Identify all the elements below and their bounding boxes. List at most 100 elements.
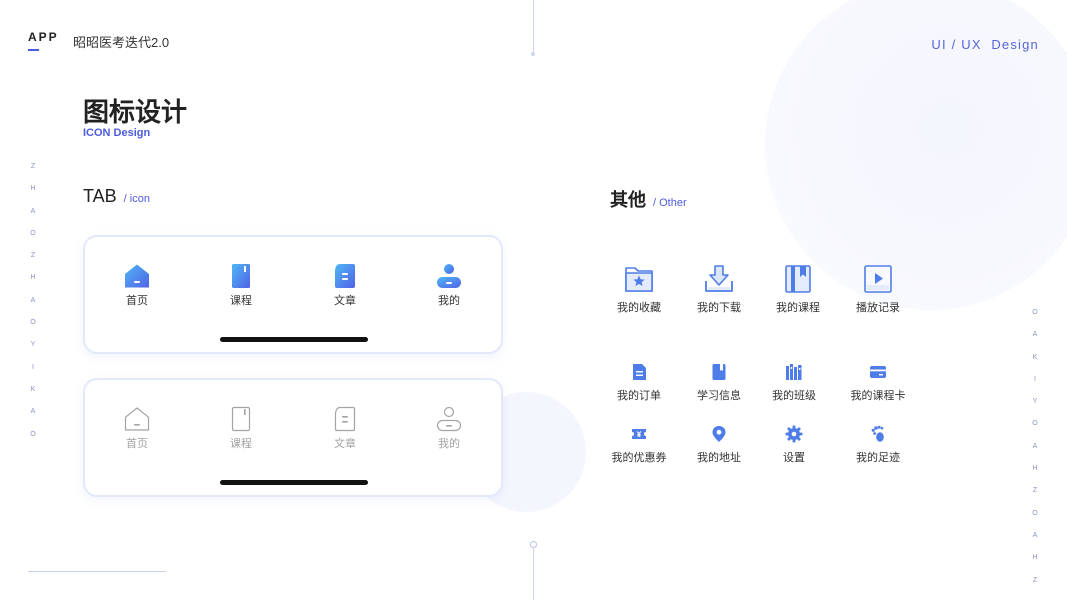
side-letter: H: [1032, 465, 1038, 473]
side-letter: Y: [1032, 398, 1038, 406]
home-indicator: [220, 480, 368, 485]
my-footprint-item[interactable]: 我的足迹: [833, 425, 923, 465]
play-history-item[interactable]: 播放记录: [833, 264, 923, 315]
tab-mine-inactive[interactable]: 我的: [414, 406, 484, 451]
side-letter: H: [1032, 554, 1038, 562]
tab-label: 首页: [126, 295, 148, 307]
side-letter: A: [1032, 531, 1038, 539]
course-card-item[interactable]: 我的课程卡: [833, 363, 923, 403]
side-letter: A: [1032, 331, 1038, 339]
other-label: 我的班级: [772, 390, 816, 402]
tab-label: 课程: [230, 295, 252, 307]
book-icon: [231, 406, 251, 432]
brand-label: APP: [28, 30, 59, 44]
my-favorites-item[interactable]: 我的收藏: [594, 264, 684, 315]
tab-label: 我的: [438, 295, 460, 307]
course-book-icon: [785, 265, 811, 293]
other-label: 播放记录: [856, 302, 900, 314]
coupon-icon: [632, 429, 646, 439]
tab-bar-active: 首页 课程 文章 我的: [83, 235, 503, 354]
tab-label: 文章: [334, 295, 356, 307]
user-icon: [436, 406, 462, 432]
tab-label: 首页: [126, 438, 148, 450]
tab-label: 我的: [438, 438, 460, 450]
tab-article-active[interactable]: 文章: [310, 263, 380, 308]
side-letter: A: [30, 408, 36, 416]
my-downloads-item[interactable]: 我的下载: [674, 264, 764, 315]
tab-bar-inactive: 首页 课程 文章 我的: [83, 378, 503, 497]
ux-design-label: UI / UX Design: [931, 37, 1039, 52]
side-letter: K: [30, 385, 36, 393]
settings-item[interactable]: 设置: [749, 425, 839, 465]
divider-dot-bottom: [530, 541, 537, 548]
side-text-right: O A K I Y O A H Z O A H Z: [1030, 302, 1040, 592]
other-label: 我的订单: [617, 390, 661, 402]
side-letter: Z: [1032, 576, 1038, 584]
course-card-icon: [870, 366, 886, 378]
my-coupons-item[interactable]: 我的优惠券: [594, 425, 684, 465]
my-orders-item[interactable]: 我的订单: [594, 363, 684, 403]
side-letter: I: [32, 363, 34, 371]
settings-icon: [785, 425, 803, 443]
other-section-subtitle: / Other: [653, 197, 687, 209]
play-history-icon: [864, 265, 892, 293]
other-label: 我的足迹: [856, 452, 900, 464]
side-letter: Y: [30, 341, 36, 349]
app-name: 昭昭医考迭代2.0: [73, 35, 170, 50]
tab-course-inactive[interactable]: 课程: [206, 406, 276, 451]
side-text-left: Z H A O Z H A O Y I K A O: [28, 156, 38, 446]
side-letter: O: [1032, 509, 1038, 517]
page-title: 图标设计: [83, 97, 188, 127]
article-icon: [334, 406, 356, 432]
footer-line: [28, 571, 166, 572]
divider-line-top: [533, 0, 534, 54]
home-icon: [125, 264, 149, 288]
side-letter: A: [30, 296, 36, 304]
user-icon: [437, 264, 461, 288]
article-icon: [335, 264, 355, 288]
side-letter: K: [1032, 353, 1038, 361]
divider-dot-top: [531, 52, 535, 56]
other-section-heading: 其他 / Other: [610, 186, 687, 212]
home-indicator: [220, 337, 368, 342]
side-letter: A: [1032, 442, 1038, 450]
page-subtitle: ICON Design: [83, 127, 151, 139]
other-label: 设置: [783, 452, 805, 464]
home-icon: [124, 407, 150, 431]
other-label: 我的收藏: [617, 302, 661, 314]
my-class-item[interactable]: 我的班级: [749, 363, 839, 403]
class-icon: [786, 364, 802, 380]
side-letter: A: [30, 207, 36, 215]
side-letter: Z: [30, 252, 36, 260]
divider-line-bottom: [533, 548, 534, 600]
download-icon: [705, 265, 733, 292]
other-label: 我的课程卡: [850, 390, 906, 402]
side-letter: I: [1034, 375, 1036, 383]
tab-home-inactive[interactable]: 首页: [102, 406, 172, 451]
tab-course-active[interactable]: 课程: [206, 263, 276, 308]
side-letter: O: [30, 430, 36, 438]
side-letter: Z: [1032, 487, 1038, 495]
tab-article-inactive[interactable]: 文章: [310, 406, 380, 451]
tab-section-subtitle: / icon: [123, 193, 150, 205]
tab-mine-active[interactable]: 我的: [414, 263, 484, 308]
order-icon: [633, 364, 646, 380]
other-label: 我的课程: [776, 302, 820, 314]
tab-home-active[interactable]: 首页: [102, 263, 172, 308]
other-section-title: 其他: [610, 190, 646, 210]
tab-section-title: TAB: [83, 186, 117, 206]
tab-label: 课程: [230, 438, 252, 450]
side-letter: Z: [30, 163, 36, 170]
side-letter: O: [1032, 420, 1038, 428]
side-letter: O: [30, 229, 36, 237]
other-label: 我的下载: [697, 302, 741, 314]
study-info-icon: [712, 364, 726, 380]
book-icon: [232, 264, 250, 288]
tab-section-heading: TAB / icon: [83, 186, 150, 207]
my-courses-item[interactable]: 我的课程: [753, 264, 843, 315]
brand-underline: [28, 49, 39, 51]
side-letter: O: [30, 319, 36, 327]
other-label: 我的优惠券: [611, 452, 667, 464]
side-letter: O: [1032, 309, 1038, 316]
favorites-folder-icon: [625, 267, 653, 292]
